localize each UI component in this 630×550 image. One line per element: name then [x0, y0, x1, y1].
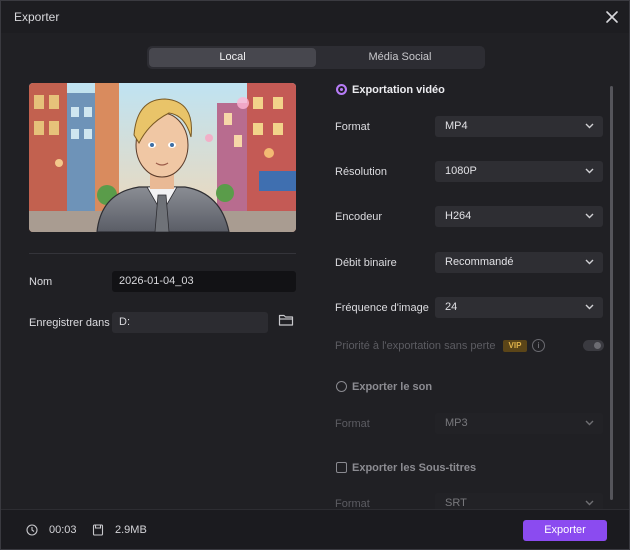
subtitles-format-value: SRT	[445, 497, 467, 509]
chevron-down-icon	[585, 123, 594, 129]
encoder-label: Encodeur	[335, 211, 383, 223]
chevron-down-icon	[585, 168, 594, 174]
chevron-down-icon	[585, 213, 594, 219]
info-icon[interactable]: i	[532, 339, 545, 352]
audio-format-select[interactable]: MP3	[435, 413, 603, 434]
name-label: Nom	[29, 276, 53, 288]
audio-format-value: MP3	[445, 417, 468, 429]
file-size-icon	[92, 524, 104, 536]
toggle-knob	[594, 342, 601, 349]
bitrate-value: Recommandé	[445, 256, 514, 268]
save-location-input[interactable]: D:	[112, 312, 268, 333]
subtitles-export-header: Exporter les Sous-titres	[352, 462, 477, 474]
resolution-select[interactable]: 1080P	[435, 161, 603, 182]
encoder-value: H264	[445, 210, 472, 222]
chevron-down-icon	[585, 420, 594, 426]
export-tabs: Local Média Social	[147, 46, 485, 69]
footer-bar: 00:03 2.9MB Exporter	[1, 509, 629, 549]
save-location-label: Enregistrer dans	[29, 317, 110, 329]
export-settings-panel: Exportation vidéo Format MP4 Résolution …	[323, 75, 609, 513]
export-button[interactable]: Exporter	[523, 520, 607, 541]
audio-export-radio[interactable]	[336, 381, 347, 392]
chevron-down-icon	[585, 259, 594, 265]
chevron-down-icon	[585, 304, 594, 310]
resolution-value: 1080P	[445, 165, 477, 177]
lossless-priority-toggle[interactable]	[583, 340, 604, 351]
file-size-text: 2.9MB	[115, 524, 147, 536]
tab-local[interactable]: Local	[149, 48, 316, 67]
framerate-select[interactable]: 24	[435, 297, 603, 318]
video-export-radio[interactable]	[336, 84, 347, 95]
title-bar: Exporter	[1, 1, 629, 33]
close-icon[interactable]	[603, 8, 621, 26]
video-preview-thumbnail	[29, 83, 296, 232]
tab-social-media[interactable]: Média Social	[317, 48, 483, 67]
export-dialog: Exporter Local Média Social Nom 2026-01-…	[0, 0, 630, 550]
clock-icon	[26, 524, 38, 536]
resolution-label: Résolution	[335, 166, 387, 178]
name-input[interactable]: 2026-01-04_03	[112, 271, 296, 292]
bitrate-label: Débit binaire	[335, 257, 397, 269]
folder-icon[interactable]	[278, 313, 294, 327]
audio-format-label: Format	[335, 418, 370, 430]
chevron-down-icon	[585, 500, 594, 506]
settings-scrollbar[interactable]	[610, 86, 613, 500]
bitrate-select[interactable]: Recommandé	[435, 252, 603, 273]
video-export-header: Exportation vidéo	[352, 84, 445, 96]
format-label: Format	[335, 121, 370, 133]
framerate-label: Fréquence d'image	[335, 302, 429, 314]
format-select[interactable]: MP4	[435, 116, 603, 137]
format-value: MP4	[445, 120, 468, 132]
duration-text: 00:03	[49, 524, 77, 536]
audio-export-header: Exporter le son	[352, 381, 433, 393]
lossless-priority-label: Priorité à l'exportation sans perte	[335, 340, 496, 352]
vip-badge: VIP	[503, 340, 527, 352]
encoder-select[interactable]: H264	[435, 206, 603, 227]
left-divider	[29, 253, 296, 254]
framerate-value: 24	[445, 301, 458, 313]
subtitles-export-checkbox[interactable]	[336, 462, 347, 473]
dialog-title: Exporter	[14, 10, 60, 24]
